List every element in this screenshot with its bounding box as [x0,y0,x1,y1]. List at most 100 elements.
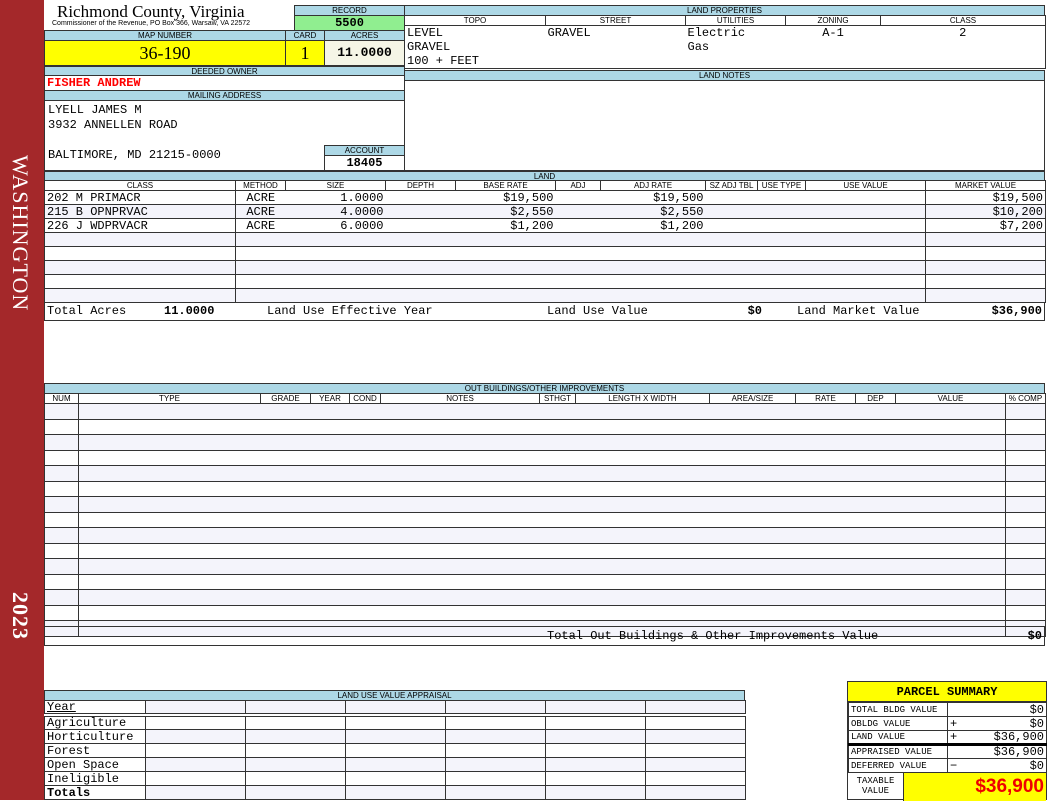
outbuildings-cell [310,604,350,621]
land-cell: $2,550 [455,204,556,219]
outbuildings-cell [539,511,576,528]
outbuildings-row [44,573,1046,590]
outbuildings-cell [575,542,710,559]
outbuildings-cell [349,403,381,420]
sidebar: WASHINGTON 2023 [0,0,44,800]
land-cell [805,246,926,261]
land-use-cell [445,771,546,786]
land-row [44,232,1046,247]
land-cell [235,246,286,261]
col-topo: TOPO [404,15,546,26]
outbuildings-cell [575,465,710,482]
land-cell [555,218,601,233]
outbuildings-cell [895,480,1006,497]
outbuildings-cell [310,527,350,544]
land-cell [385,190,456,205]
outbuildings-cell [380,403,540,420]
outbuildings-cell [895,511,1006,528]
land-cell: 4.0000 [285,204,386,219]
land-use-cell [145,785,246,800]
outbuildings-cell [44,604,79,621]
land-cell [385,246,456,261]
land-use-cell [545,743,646,758]
land-use-cell [145,771,246,786]
outbuildings-cell [795,573,856,590]
land-cell [757,204,806,219]
record-value: 5500 [294,15,405,31]
land-cell [555,232,601,247]
outbuildings-cell [855,573,896,590]
outbuildings-cell [310,558,350,575]
land-cell [705,246,758,261]
land-use-cell [245,700,346,716]
land-use-cell [345,729,446,744]
outbuildings-cell [349,434,381,451]
land-cell [44,246,236,261]
outbuildings-cell [44,589,79,606]
land-cell [285,260,386,275]
outbuildings-cell [78,558,261,575]
outbuildings-cell [575,418,710,435]
outbuildings-row [44,480,1046,497]
land-use-cell [345,700,446,716]
outbuildings-cell [539,403,576,420]
land-cell [925,274,1046,289]
outbuildings-cell [709,527,796,544]
outbuildings-cell [575,434,710,451]
land-cell [757,190,806,205]
outbuildings-col-header: YEAR [310,393,350,404]
outbuildings-row [44,589,1046,606]
land-use-cell [645,757,746,772]
outbuildings-col-header: AREA/SIZE [709,393,796,404]
land-use-row: Horticulture [44,729,746,744]
land-cell: 6.0000 [285,218,386,233]
outbuildings-cell [575,527,710,544]
outbuildings-cell [575,511,710,528]
land-cell: $19,500 [455,190,556,205]
summary-value-cell: $0 [947,702,1047,717]
street-value: GRAVEL [545,25,686,69]
outbuildings-cell [310,449,350,466]
land-use-cell [145,714,246,730]
land-use-value-label: Land Use Value [547,304,648,318]
land-cell [555,260,601,275]
outbuildings-cell [539,604,576,621]
land-cell [455,260,556,275]
land-col-header: USE TYPE [757,180,806,191]
outbuildings-cell [709,589,796,606]
outbuildings-cell [795,403,856,420]
land-cell [455,274,556,289]
outbuildings-cell [78,403,261,420]
outbuildings-col-header: TYPE [78,393,261,404]
outbuildings-cell [260,589,311,606]
land-cell [235,288,286,303]
land-cell [705,274,758,289]
land-use-cell [545,714,646,730]
land-cell [235,232,286,247]
outbuildings-col-header: STHGT [539,393,576,404]
outbuildings-cell [78,511,261,528]
outbuildings-row [44,418,1046,435]
outbuildings-cell [78,465,261,482]
outbuildings-cell [895,403,1006,420]
outbuildings-cell [380,573,540,590]
land-use-cell [245,743,346,758]
outbuildings-row [44,465,1046,482]
outbuildings-cell [539,434,576,451]
outbuildings-cell [1005,542,1046,559]
outbuildings-col-header: DEP [855,393,896,404]
outbuildings-cell [260,527,311,544]
outbuildings-cell [539,480,576,497]
outbuildings-cell [349,527,381,544]
outbuildings-cell [349,449,381,466]
outbuildings-cell [44,558,79,575]
outbuildings-cell [260,449,311,466]
utility-2: Gas [687,40,710,54]
land-cell: $10,200 [925,204,1046,219]
outbuildings-row [44,558,1046,575]
land-cell [705,288,758,303]
address-line-1: LYELL JAMES M [48,103,142,117]
land-col-header: METHOD [235,180,286,191]
outbuildings-cell [380,558,540,575]
land-use-cell [545,785,646,800]
